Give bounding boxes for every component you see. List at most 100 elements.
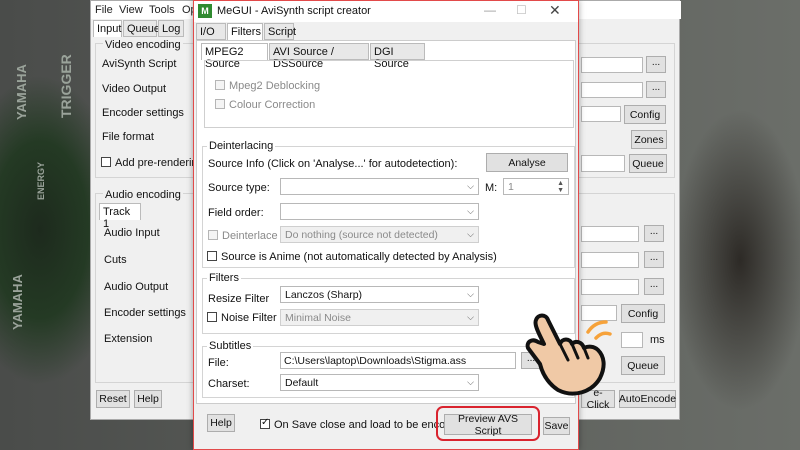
dialog-help-button[interactable]: Help [207, 414, 235, 432]
audio-input-browse-button[interactable]: ... [644, 225, 664, 242]
subtitles-label: Subtitles [207, 340, 254, 352]
charset-select[interactable]: Default ⌵ [280, 374, 479, 391]
mpeg2-deblocking-label: Mpeg2 Deblocking [229, 80, 321, 92]
bg-text-energy: ENERGY [36, 161, 46, 200]
resize-filter-select[interactable]: Lanczos (Sharp) ⌵ [280, 286, 479, 303]
tab-input[interactable]: Input [93, 20, 122, 37]
tab-io[interactable]: I/O [196, 23, 226, 40]
audio-output-field[interactable] [581, 279, 639, 295]
deinterlace-select[interactable]: Do nothing (source not detected) ⌵ [280, 226, 479, 243]
encoder-settings-select[interactable] [581, 106, 621, 122]
avisynth-browse-button[interactable]: ... [646, 56, 666, 73]
on-save-checkbox[interactable]: On Save close and load to be encoded [260, 419, 464, 431]
audio-input-field[interactable] [581, 226, 639, 242]
resize-filter-value: Lanczos (Sharp) [285, 289, 363, 301]
colour-correction-label: Colour Correction [229, 99, 316, 111]
m-label: M: [485, 182, 498, 194]
deinterlace-checkbox[interactable]: Deinterlace [208, 230, 278, 242]
filters-label: Filters [207, 272, 241, 284]
zones-button[interactable]: Zones [631, 130, 667, 149]
ms-label: ms [650, 334, 665, 346]
file-format-label: File format [102, 131, 154, 143]
resize-filter-label: Resize Filter [208, 293, 270, 305]
menu-file[interactable]: File [95, 4, 113, 16]
file-format-select[interactable] [581, 155, 625, 172]
m-value: 1 [508, 181, 514, 193]
app-logo-icon: M [198, 4, 212, 18]
audio-input-label: Audio Input [104, 227, 160, 239]
tab-script[interactable]: Script [264, 23, 296, 40]
tab-filters[interactable]: Filters [227, 23, 263, 40]
video-output-browse-button[interactable]: ... [646, 81, 666, 98]
maximize-icon[interactable]: ☐ [516, 3, 527, 17]
video-output-field[interactable] [581, 82, 643, 98]
m-stepper[interactable]: 1 ▲ ▼ [503, 178, 569, 195]
charset-value: Default [285, 377, 319, 389]
cuts-field[interactable] [581, 252, 639, 268]
chevron-down-icon: ⌵ [467, 181, 474, 191]
pointing-hand-icon [525, 313, 612, 396]
mpeg2-deblocking-checkbox[interactable]: Mpeg2 Deblocking [215, 80, 320, 92]
chevron-down-icon: ⌵ [467, 229, 474, 239]
chevron-down-icon: ⌵ [467, 206, 474, 216]
menu-tools[interactable]: Tools [149, 4, 175, 16]
close-icon[interactable]: ✕ [549, 2, 561, 19]
deinterlace-value: Do nothing (source not detected) [285, 229, 438, 241]
mpeg2-source-panel [204, 60, 574, 128]
video-encoding-label: Video encoding [103, 39, 183, 51]
autoencode-button[interactable]: AutoEncode [619, 390, 676, 408]
tab-queue[interactable]: Queue [123, 20, 160, 37]
source-info-label: Source Info (Click on 'Analyse...' for a… [208, 158, 458, 170]
noise-filter-select[interactable]: Minimal Noise ⌵ [280, 309, 479, 326]
audio-encoding-label: Audio encoding [103, 189, 183, 201]
minimize-icon[interactable]: — [484, 3, 496, 17]
encoder-settings-label: Encoder settings [102, 107, 184, 119]
dialog-title: MeGUI - AviSynth script creator [217, 5, 371, 17]
audio-queue-button[interactable]: Queue [621, 356, 665, 375]
cuts-label: Cuts [104, 254, 127, 266]
deinterlacing-label: Deinterlacing [207, 140, 276, 152]
tab-track-1[interactable]: Track 1 [99, 203, 141, 230]
video-queue-button[interactable]: Queue [629, 154, 667, 173]
source-type-label: Source type: [208, 182, 270, 194]
tab-mpeg2-source[interactable]: MPEG2 Source [201, 43, 268, 70]
subtitle-file-field[interactable]: C:\Users\laptop\Downloads\Stigma.ass [280, 352, 516, 369]
charset-label: Charset: [208, 378, 250, 390]
audio-output-browse-button[interactable]: ... [644, 278, 664, 295]
analyse-button[interactable]: Analyse [486, 153, 568, 172]
bg-text-trigger: TRIGGER [58, 54, 74, 118]
bg-text-yamaha-1: YAMAHA [14, 64, 29, 120]
chevron-down-icon: ⌵ [467, 312, 474, 322]
field-order-select[interactable]: ⌵ [280, 203, 479, 220]
tab-log[interactable]: Log [158, 20, 184, 37]
tab-dgi-source[interactable]: DGI Source [370, 43, 425, 70]
colour-correction-checkbox[interactable]: Colour Correction [215, 99, 315, 111]
avisynth-script-field[interactable] [581, 57, 643, 73]
avisynth-script-label: AviSynth Script [102, 58, 177, 70]
stepper-arrows-icon[interactable]: ▲ ▼ [557, 180, 564, 194]
chevron-down-icon: ⌵ [467, 377, 474, 387]
source-is-anime-checkbox[interactable]: Source is Anime (not automatically detec… [207, 251, 497, 263]
save-button[interactable]: Save [543, 417, 570, 435]
bg-text-yamaha-2: YAMAHA [10, 274, 25, 330]
chevron-down-icon: ⌵ [467, 289, 474, 299]
noise-filter-checkbox[interactable]: Noise Filter [207, 312, 277, 324]
reset-button[interactable]: Reset [96, 390, 130, 408]
dialog-title-bar: M MeGUI - AviSynth script creator — ☐ ✕ [194, 1, 578, 22]
deinterlace-label: Deinterlace [222, 230, 278, 242]
audio-config-button[interactable]: Config [621, 304, 665, 323]
field-order-label: Field order: [208, 207, 264, 219]
video-config-button[interactable]: Config [624, 105, 666, 124]
extension-label: Extension [104, 333, 153, 345]
source-type-select[interactable]: ⌵ [280, 178, 479, 195]
highlight-box [436, 406, 540, 441]
subtitle-file-label: File: [208, 357, 229, 369]
source-is-anime-label: Source is Anime (not automatically detec… [221, 251, 497, 263]
tab-avi-source[interactable]: AVI Source / DSSource [269, 43, 369, 70]
delay-field[interactable] [621, 332, 643, 348]
menu-view[interactable]: View [119, 4, 143, 16]
video-output-label: Video Output [102, 83, 167, 95]
help-button-main[interactable]: Help [134, 390, 162, 408]
noise-filter-label: Noise Filter [221, 312, 277, 324]
cuts-browse-button[interactable]: ... [644, 251, 664, 268]
